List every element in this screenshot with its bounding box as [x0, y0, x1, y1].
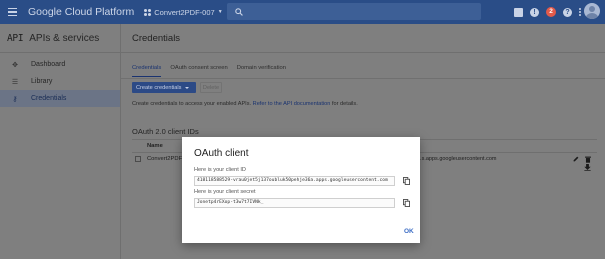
help-text-prefix: Create credentials to access your enable… [132, 101, 253, 107]
create-credentials-button[interactable]: Create credentials [132, 82, 196, 93]
tabs-divider [121, 78, 605, 79]
row-checkbox[interactable] [135, 156, 141, 162]
client-secret-field[interactable]: Jonetp4rEXop-t3w7t7IVNk_ [194, 198, 395, 208]
product-name[interactable]: Google Cloud Platform [28, 6, 134, 18]
client-secret-label: Here is your client secret [194, 189, 256, 195]
column-header-name[interactable]: Name [147, 143, 163, 149]
edit-icon[interactable] [573, 156, 579, 162]
sidebar: API APIs & services ✥ Dashboard ☰ Librar… [0, 24, 121, 259]
delete-button[interactable]: Delete [200, 82, 222, 93]
search-bar[interactable] [227, 3, 481, 20]
sidebar-item-label: Dashboard [31, 61, 66, 68]
help-text: Create credentials to access your enable… [132, 101, 358, 107]
avatar[interactable] [584, 3, 600, 19]
oauth-client-dialog: OAuth client Here is your client ID 4181… [182, 137, 420, 243]
api-documentation-link[interactable]: Refer to the API documentation [253, 101, 331, 107]
tab-credentials[interactable]: Credentials [132, 65, 162, 77]
create-credentials-label: Create credentials [136, 84, 182, 91]
tab-bar: Credentials OAuth consent screen Domain … [132, 65, 286, 79]
cloud-shell-icon[interactable]: ! [530, 7, 539, 17]
sidebar-header: API APIs & services [0, 24, 120, 53]
caret-down-icon [185, 86, 190, 89]
page-title: Credentials [132, 33, 181, 44]
sidebar-item-label: Library [31, 78, 53, 85]
trash-icon[interactable] [585, 156, 591, 163]
divider [121, 52, 605, 53]
oauth-client-ids-heading: OAuth 2.0 client IDs [132, 127, 199, 136]
ok-button[interactable]: OK [404, 228, 414, 235]
top-app-bar: Google Cloud Platform Convert2PDF-007 ▼ … [0, 0, 605, 24]
api-logo-icon: API [7, 32, 24, 44]
search-icon [235, 7, 243, 16]
chevron-down-icon: ▼ [217, 9, 223, 15]
copy-icon[interactable] [403, 177, 410, 185]
help-text-suffix: for details. [330, 101, 358, 107]
client-id-field[interactable]: 418118588529-vrau0jet5j137oubluk50pehje3… [194, 176, 395, 186]
project-name: Convert2PDF-007 [154, 7, 215, 17]
library-icon: ☰ [11, 78, 19, 86]
copy-icon[interactable] [403, 199, 410, 207]
client-id-cell: ...s.apps.googleusercontent.com [417, 156, 497, 162]
key-icon: ⚷ [12, 95, 18, 103]
client-id-label: Here is your client ID [194, 167, 246, 173]
download-icon[interactable] [584, 164, 591, 171]
help-icon[interactable]: ? [563, 7, 572, 17]
sidebar-item-credentials[interactable]: ⚷ Credentials [0, 90, 120, 107]
sidebar-item-library[interactable]: ☰ Library [0, 73, 120, 90]
sidebar-item-label: Credentials [31, 95, 67, 102]
notifications-icon[interactable]: 2 [546, 7, 556, 17]
sidebar-item-dashboard[interactable]: ✥ Dashboard [0, 56, 120, 73]
sidebar-title: APIs & services [29, 32, 100, 44]
tab-domain-verification[interactable]: Domain verification [237, 65, 286, 77]
menu-icon[interactable] [0, 0, 24, 24]
screen: Google Cloud Platform Convert2PDF-007 ▼ … [0, 0, 605, 259]
dialog-title: OAuth client [194, 148, 249, 159]
tab-oauth-consent-screen[interactable]: OAuth consent screen [170, 65, 227, 77]
project-dots-icon [144, 8, 152, 16]
dashboard-icon: ✥ [12, 61, 18, 69]
client-name-link[interactable]: Convert2PDF [147, 156, 182, 162]
toolbar-actions: ! 2 ? [514, 0, 581, 24]
gift-icon[interactable] [514, 7, 523, 17]
more-vert-icon[interactable] [579, 8, 581, 16]
project-selector[interactable]: Convert2PDF-007 ▼ [144, 7, 223, 17]
